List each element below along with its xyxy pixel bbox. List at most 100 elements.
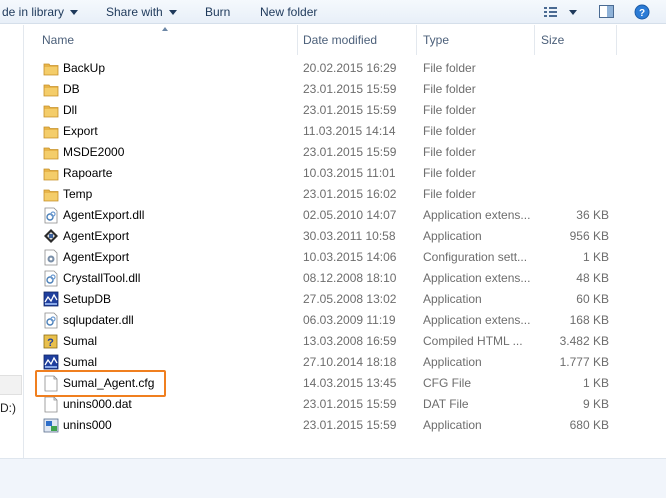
file-size: 9 KB (582, 397, 609, 411)
file-date-modified: 11.03.2015 14:14 (303, 124, 396, 138)
file-name: Rapoarte (63, 166, 113, 180)
file-size: 1 KB (582, 376, 609, 390)
preview-pane-button[interactable] (598, 4, 616, 20)
column-header-size[interactable]: Size (535, 25, 617, 55)
file-row[interactable]: CrystallTool.dll 08.12.2008 18:10 Applicat… (0, 268, 666, 289)
sort-ascending-icon (162, 27, 168, 31)
command-bar: de in library Share with Burn New folder… (0, 0, 666, 24)
file-row[interactable]: DB 23.01.2015 15:59 File folder (0, 79, 666, 100)
file-date-modified: 30.03.2011 10:58 (303, 229, 396, 243)
file-size: 1 KB (582, 250, 609, 264)
file-row[interactable]: unins000.dat 23.01.2015 15:59 DAT File 9 KB (0, 394, 666, 415)
file-row[interactable]: BackUp 20.02.2015 16:29 File folder (0, 58, 666, 79)
file-row[interactable]: unins000 23.01.2015 15:59 Application 680 K… (0, 415, 666, 436)
config-icon (43, 249, 59, 266)
file-name: Temp (63, 187, 93, 201)
file-name: sqlupdater.dll (63, 313, 134, 327)
svg-text:?: ? (47, 337, 54, 349)
file-row[interactable]: AgentExport.dll 02.05.2010 14:07 Applicati… (0, 205, 666, 226)
folder-icon (43, 102, 59, 119)
file-name: Dll (63, 103, 77, 117)
file-name: MSDE2000 (63, 145, 125, 159)
details-pane (0, 458, 666, 498)
file-name: unins000.dat (63, 397, 132, 411)
file-row[interactable]: sqlupdater.dll 06.03.2009 11:19 Applicatio… (0, 310, 666, 331)
folder-icon (43, 165, 59, 182)
help-icon: ? (43, 333, 59, 350)
chevron-down-icon (70, 10, 79, 16)
file-type: File folder (423, 61, 476, 75)
file-type: Application (423, 418, 482, 432)
file-size (540, 121, 609, 142)
file-type: Application (423, 292, 482, 306)
file-name: AgentExport (63, 250, 130, 264)
file-row[interactable]: SetupDB 27.05.2008 13:02 Application 60 KB (0, 289, 666, 310)
file-date-modified: 23.01.2015 16:02 (303, 187, 397, 201)
file-size (540, 79, 609, 100)
file-row[interactable]: Temp 23.01.2015 16:02 File folder (0, 184, 666, 205)
folder-icon (43, 186, 59, 203)
file-type: Application extens... (423, 271, 531, 285)
uninstaller-icon (43, 417, 59, 434)
file-size (540, 142, 609, 163)
folder-icon (43, 81, 59, 98)
file-row[interactable]: Export 11.03.2015 14:14 File folder (0, 121, 666, 142)
column-size-label: Size (541, 33, 565, 47)
file-row[interactable]: AgentExport 10.03.2015 14:06 Configuration… (0, 247, 666, 268)
column-type-label: Type (423, 33, 450, 47)
file-name: Export (63, 124, 98, 138)
file-date-modified: 23.01.2015 15:59 (303, 397, 397, 411)
file-date-modified: 23.01.2015 15:59 (303, 82, 397, 96)
file-row[interactable]: Dll 23.01.2015 15:59 File folder (0, 100, 666, 121)
file-date-modified: 10.03.2015 11:01 (303, 166, 396, 180)
file-date-modified: 27.05.2008 13:02 (303, 292, 397, 306)
file-name: Sumal (63, 334, 98, 348)
file-type: Application (423, 355, 482, 369)
file-type: File folder (423, 145, 476, 159)
file-size: 36 KB (576, 208, 609, 222)
file-date-modified: 23.01.2015 15:59 (303, 145, 397, 159)
file-type: Application extens... (423, 313, 531, 327)
file-size: 1.777 KB (559, 355, 609, 369)
file-size: 3.482 KB (559, 334, 609, 348)
file-row[interactable]: AgentExport 30.03.2011 10:58 Application 95… (0, 226, 666, 247)
file-date-modified: 27.10.2014 18:18 (303, 355, 397, 369)
share-with-label: Share with (106, 5, 163, 19)
file-type: File folder (423, 166, 476, 180)
include-in-library-label: de in library (2, 5, 65, 19)
file-date-modified: 10.03.2015 14:06 (303, 250, 397, 264)
file-row[interactable]: MSDE2000 23.01.2015 15:59 File folder (0, 142, 666, 163)
chevron-down-icon (168, 10, 177, 16)
dll-icon (43, 207, 59, 224)
file-size (540, 100, 609, 121)
column-header-date-modified[interactable]: Date modified (297, 25, 417, 55)
file-name: AgentExport (63, 229, 130, 243)
file-type: File folder (423, 103, 476, 117)
share-with-button[interactable]: Share with (106, 4, 177, 20)
file-name: BackUp (63, 61, 106, 75)
new-folder-button[interactable]: New folder (260, 4, 317, 20)
folder-icon (43, 60, 59, 77)
help-button[interactable]: ? (634, 4, 652, 20)
file-row[interactable]: ? Sumal 13.03.2008 16:59 Compiled HTML ... 3… (0, 331, 666, 352)
column-header-type[interactable]: Type (417, 25, 535, 55)
help-icon: ? (634, 4, 650, 20)
file-type: Configuration sett... (423, 250, 528, 264)
file-size (540, 58, 609, 79)
file-size: 48 KB (576, 271, 609, 285)
file-row[interactable]: Rapoarte 10.03.2015 11:01 File folder (0, 163, 666, 184)
file-type: DAT File (423, 397, 469, 411)
file-date-modified: 23.01.2015 15:59 (303, 103, 397, 117)
setup-icon (43, 354, 59, 371)
file-name: DB (63, 82, 80, 96)
new-folder-label: New folder (260, 5, 318, 19)
include-in-library-button[interactable]: de in library (2, 4, 79, 20)
burn-button[interactable]: Burn (205, 4, 230, 20)
file-date-modified: 13.03.2008 16:59 (303, 334, 397, 348)
dll-icon (43, 270, 59, 287)
file-name: AgentExport.dll (63, 208, 145, 222)
file-size: 680 KB (569, 418, 609, 432)
column-name-label: Name (42, 33, 75, 47)
folder-icon (43, 144, 59, 161)
change-view-button[interactable] (542, 4, 578, 20)
